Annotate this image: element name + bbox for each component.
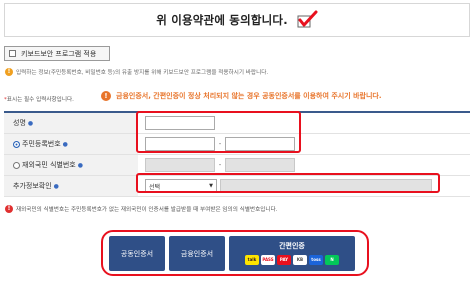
simple-auth-label: 간편인증 [279, 242, 305, 250]
foreigner-number-first-input[interactable] [145, 158, 215, 172]
foreigner-number-radio[interactable] [13, 161, 20, 169]
required-dot: ● [53, 182, 59, 190]
additional-auth-row: 추가정보확인 ● 선택 ▼ [4, 176, 470, 197]
toss-icon: toss [309, 255, 323, 265]
dash-separator: - [218, 140, 222, 148]
keyboard-security-label: 키보드보안 프로그램 적용 [21, 49, 97, 58]
required-notice-text: 표시는 필수 입력사항입니다. [6, 97, 74, 103]
simple-auth-button[interactable]: 간편인증 talk PASS PAY KB toss N [229, 236, 355, 271]
kakao-icon: talk [245, 255, 259, 265]
auth-alert-text: 금융인증서, 간편인증이 정상 처리되지 않는 경우 공동인증서를 이용하여 주… [116, 92, 382, 100]
joint-certificate-button[interactable]: 공동인증서 [109, 236, 165, 271]
keyboard-security-info: ! 입력하는 정보(주민등록번호, 비밀번호 등)의 유출 방지를 위해 키보드… [5, 68, 268, 76]
required-dot: ● [27, 119, 34, 127]
info-text: 입력하는 정보(주민등록번호, 비밀번호 등)의 유출 방지를 위해 키보드보안… [16, 70, 269, 76]
foreigner-number-row: 재외국민 식별번호 ● - [4, 155, 470, 176]
keyboard-security-toggle[interactable]: 키보드보안 프로그램 적용 [4, 46, 110, 61]
resident-number-label: 주민등록번호 ● [4, 134, 138, 154]
auth-alert: ! 금융인증서, 간편인증이 정상 처리되지 않는 경우 공동인증서를 이용하여… [101, 91, 382, 101]
pass-icon: PASS [261, 255, 275, 265]
consent-title-bar: 위 이용약관에 동의합니다. [4, 3, 470, 37]
name-input[interactable] [145, 116, 215, 130]
foreigner-number-second-input[interactable] [225, 158, 295, 172]
samsung-pass-icon: KB [293, 255, 307, 265]
foreigner-number-note: ! 재외국민의 식별번호는 주민등록번호가 없는 재외국민이 인증서를 발급받을… [5, 205, 277, 213]
required-dot: ● [77, 161, 83, 169]
chevron-down-icon: ▼ [209, 183, 213, 189]
page-title: 위 이용약관에 동의합니다. [156, 13, 288, 27]
naver-icon: N [325, 255, 339, 265]
resident-number-radio[interactable] [13, 140, 20, 148]
additional-auth-input[interactable] [220, 179, 432, 193]
alert-warning-icon: ! [101, 91, 111, 101]
identity-form: 성명 ● 주민등록번호 ● - 재외국민 식별번호 ● - 추가정보확인 ● 선… [4, 111, 470, 197]
financial-certificate-button[interactable]: 금융인증서 [169, 236, 225, 271]
required-notice: *표시는 필수 입력사항입니다. [4, 95, 74, 103]
resident-number-row: 주민등록번호 ● - [4, 134, 470, 155]
note-text: 재외국민의 식별번호는 주민등록번호가 없는 재외국민이 인증서를 발급받을 때… [16, 207, 278, 213]
required-dot: ● [62, 140, 68, 148]
resident-number-second-input[interactable] [225, 137, 295, 151]
name-label: 성명 ● [4, 113, 138, 133]
payco-icon: PAY [277, 255, 291, 265]
resident-number-first-input[interactable] [145, 137, 215, 151]
dash-separator: - [218, 161, 222, 169]
note-warning-icon: ! [5, 205, 13, 213]
foreigner-number-label: 재외국민 식별번호 ● [4, 155, 138, 175]
simple-auth-providers: talk PASS PAY KB toss N [245, 255, 339, 265]
additional-auth-label: 추가정보확인 ● [4, 176, 138, 196]
additional-auth-select[interactable]: 선택 ▼ [145, 179, 217, 193]
keyboard-security-checkbox[interactable] [9, 50, 16, 57]
check-mark-icon [296, 10, 318, 30]
name-row: 성명 ● [4, 113, 470, 134]
info-warning-icon: ! [5, 68, 13, 76]
